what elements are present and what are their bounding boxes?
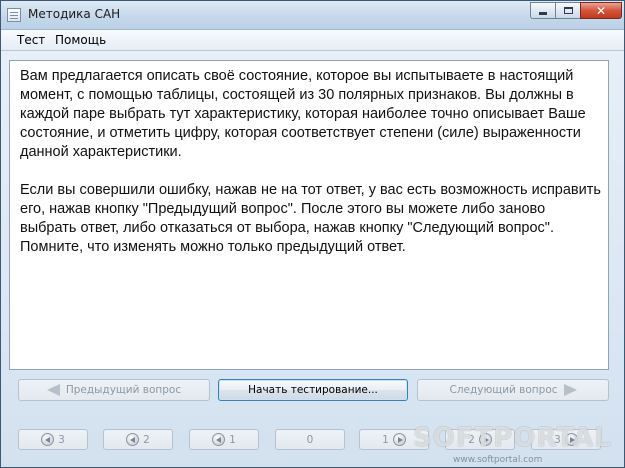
menu-item-help[interactable]: Помощь bbox=[55, 33, 106, 47]
next-question-button[interactable]: Следующий вопрос bbox=[417, 379, 609, 401]
close-icon: ✕ bbox=[595, 3, 607, 18]
scale-button-left-1[interactable]: 1 bbox=[189, 429, 259, 450]
menu-item-test[interactable]: Тест bbox=[17, 33, 45, 47]
arrow-left-icon bbox=[46, 384, 60, 396]
scale-value: 1 bbox=[382, 433, 389, 446]
instructions-paragraph-2: Если вы совершили ошибку, нажав не на то… bbox=[20, 182, 601, 255]
left-circle-icon bbox=[126, 433, 140, 446]
watermark-url: www.softportal.com bbox=[453, 455, 543, 465]
maximize-icon bbox=[563, 7, 573, 14]
left-circle-icon bbox=[41, 433, 55, 446]
minimize-button[interactable] bbox=[530, 2, 556, 19]
scale-value: 1 bbox=[229, 433, 236, 446]
instructions-paragraph-1: Вам предлагается описать своё состояние,… bbox=[20, 68, 586, 160]
start-test-label: Начать тестирование... bbox=[248, 384, 378, 396]
close-button[interactable]: ✕ bbox=[580, 2, 622, 19]
scale-button-left-2[interactable]: 2 bbox=[103, 429, 173, 450]
window-title: Методика САН bbox=[28, 7, 121, 21]
menu-bar: Тест Помощь bbox=[1, 30, 624, 51]
next-question-label: Следующий вопрос bbox=[449, 384, 558, 396]
instructions-text: Вам предлагается описать своё состояние,… bbox=[20, 67, 605, 276]
softportal-watermark: SOFTPORTAL www.softportal.com bbox=[393, 421, 623, 467]
watermark-logo-text: SOFTPORTAL bbox=[413, 423, 612, 453]
app-window: Методика САН ✕ Тест Помощь Вам предлагае… bbox=[0, 0, 625, 468]
previous-question-button[interactable]: Предыдущий вопрос bbox=[18, 379, 210, 401]
previous-question-label: Предыдущий вопрос bbox=[65, 384, 182, 396]
maximize-button[interactable] bbox=[555, 2, 581, 19]
title-bar[interactable]: Методика САН ✕ bbox=[1, 1, 624, 30]
scale-value: 0 bbox=[306, 433, 314, 446]
minimize-icon bbox=[539, 12, 547, 15]
left-circle-icon bbox=[212, 433, 226, 446]
arrow-right-icon bbox=[563, 384, 577, 396]
scale-button-left-3[interactable]: 3 bbox=[18, 429, 88, 450]
scale-button-0[interactable]: 0 bbox=[275, 429, 345, 450]
instructions-panel: Вам предлагается описать своё состояние,… bbox=[9, 60, 609, 370]
start-test-button[interactable]: Начать тестирование... bbox=[218, 379, 408, 401]
scale-value: 2 bbox=[143, 433, 150, 446]
app-icon[interactable] bbox=[7, 8, 21, 22]
scale-value: 3 bbox=[58, 433, 65, 446]
